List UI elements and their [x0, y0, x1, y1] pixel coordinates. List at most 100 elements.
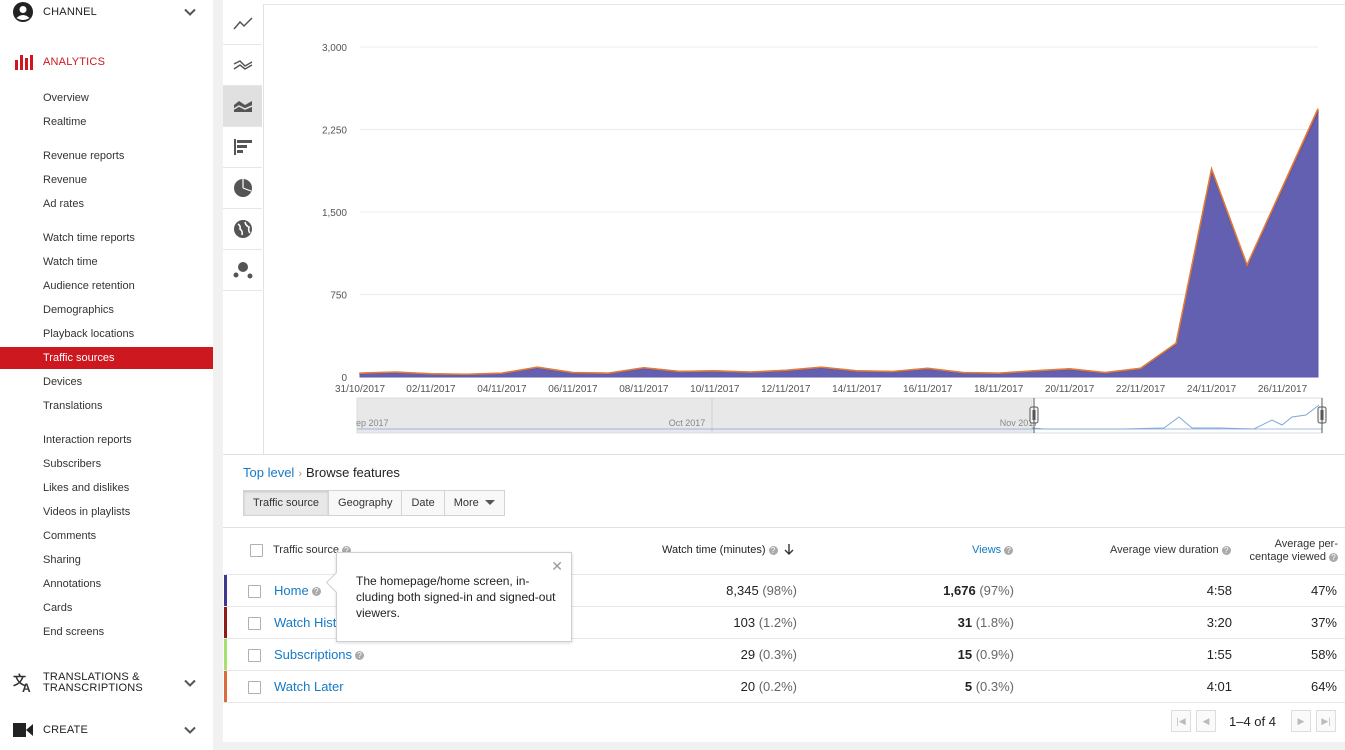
help-icon[interactable]: ? — [1004, 545, 1014, 555]
x-tick-label: 06/11/2017 — [548, 384, 598, 395]
series-color-bar — [224, 639, 227, 671]
sidebar-item-label: Ad rates — [43, 198, 84, 210]
avg-pct-viewed-cell: 47% — [1310, 583, 1337, 598]
sidebar-item-realtime[interactable]: Realtime — [0, 111, 213, 133]
prev-page-button[interactable]: ◀ — [1196, 710, 1216, 732]
sidebar-item-revenue-reports[interactable]: Revenue reports — [0, 145, 213, 167]
globe-icon — [233, 220, 252, 238]
x-tick-label: 24/11/2017 — [1187, 384, 1237, 395]
select-all-checkbox[interactable] — [250, 544, 263, 557]
translate-icon: 文A — [12, 672, 34, 694]
sidebar-item-watch-time-reports[interactable]: Watch time reports — [0, 227, 213, 249]
avg-duration-cell: 3:20 — [1206, 615, 1232, 630]
bar-chart-icon — [12, 51, 34, 73]
analytics-section[interactable]: ANALYTICS — [0, 50, 213, 74]
row-checkbox[interactable] — [248, 649, 261, 662]
table-row[interactable]: Watch Later 20 (0.2%) 5 (0.3%) 4:01 64% — [223, 670, 1345, 703]
x-tick-label: 08/11/2017 — [619, 384, 669, 395]
y-tick-label: 2,250 — [322, 126, 347, 137]
close-icon[interactable]: ✕ — [551, 558, 563, 575]
row-checkbox[interactable] — [248, 585, 261, 598]
watch-time-cell: 8,345 (98%) — [653, 583, 797, 598]
x-tick-label: 10/11/2017 — [690, 384, 740, 395]
tab-more[interactable]: More — [443, 490, 505, 516]
help-icon[interactable]: ? — [768, 545, 778, 555]
watch-time-pct: (98%) — [762, 583, 797, 598]
help-icon[interactable]: ? — [311, 587, 321, 597]
table-row[interactable]: Subscriptions? 29 (0.3%) 15 (0.9%) 1:55 58% — [223, 638, 1345, 671]
table-bottom-border — [223, 702, 1345, 703]
map-button[interactable] — [223, 209, 262, 250]
source-link[interactable]: Home? — [274, 583, 321, 598]
sidebar-item-demographics[interactable]: Demographics — [0, 299, 213, 321]
avg-duration-cell: 4:01 — [1206, 679, 1232, 694]
area-series-watch-history — [359, 110, 1319, 376]
sidebar-item-subscribers[interactable]: Subscribers — [0, 453, 213, 475]
sidebar-item-ad-rates[interactable]: Ad rates — [0, 193, 213, 215]
x-tick-label: 04/11/2017 — [477, 384, 527, 395]
sidebar-item-annotations[interactable]: Annotations — [0, 573, 213, 595]
help-icon[interactable]: ? — [1329, 552, 1338, 562]
create-section[interactable]: CREATE — [0, 718, 213, 742]
page-range-label: 1–4 of 4 — [1229, 714, 1276, 729]
header-avg-percentage-viewed[interactable]: Average per-centage viewed? — [1246, 538, 1338, 564]
tab-geography[interactable]: Geography — [328, 490, 403, 516]
line-chart-button[interactable] — [223, 4, 262, 45]
sidebar-item-videos-in-playlists[interactable]: Videos in playlists — [0, 501, 213, 523]
sidebar-item-revenue[interactable]: Revenue — [0, 169, 213, 191]
sidebar-item-comments[interactable]: Comments — [0, 525, 213, 547]
last-page-button[interactable]: ▶| — [1316, 710, 1336, 732]
channel-section[interactable]: CHANNEL — [0, 0, 213, 24]
sidebar-item-label: Comments — [43, 530, 97, 542]
chevron-down-icon[interactable] — [184, 724, 196, 736]
sidebar-item-cards[interactable]: Cards — [0, 597, 213, 619]
tab-date[interactable]: Date — [401, 490, 445, 516]
sidebar-item-traffic-sources[interactable]: Traffic sources — [0, 347, 213, 369]
stacked-area-chart-button[interactable] — [223, 86, 262, 127]
source-link[interactable]: Watch Later — [274, 679, 344, 694]
translations-section[interactable]: 文A TRANSLATIONS & TRANSCRIPTIONS — [0, 668, 213, 698]
account-circle-icon — [12, 1, 34, 23]
pie-chart-button[interactable] — [223, 168, 262, 209]
y-tick-label: 0 — [341, 373, 347, 384]
header-watch-time[interactable]: Watch time (minutes)? — [662, 544, 794, 556]
series-color-bar — [224, 575, 227, 607]
sidebar-item-label: Sharing — [43, 554, 81, 566]
next-page-button[interactable]: ▶ — [1291, 710, 1311, 732]
sidebar-item-playback-locations[interactable]: Playback locations — [0, 323, 213, 345]
avg-duration-cell: 1:55 — [1206, 647, 1232, 662]
help-tooltip: The homepage/home screen, in-cluding bot… — [325, 552, 572, 642]
row-checkbox[interactable] — [248, 617, 261, 630]
help-icon[interactable]: ? — [1221, 545, 1231, 555]
chevron-down-icon[interactable] — [184, 677, 196, 689]
tab-traffic-source[interactable]: Traffic source — [243, 490, 330, 516]
header-avg-pct-line2: centage viewed — [1249, 551, 1326, 563]
row-checkbox[interactable] — [248, 681, 261, 694]
sidebar-item-overview[interactable]: Overview — [0, 87, 213, 109]
sidebar-item-translations[interactable]: Translations — [0, 395, 213, 417]
sidebar-item-sharing[interactable]: Sharing — [0, 549, 213, 571]
first-page-button[interactable]: |◀ — [1171, 710, 1191, 732]
header-avg-view-duration[interactable]: Average view duration? — [1110, 544, 1231, 556]
header-traffic-source-label: Traffic source — [273, 544, 340, 556]
bottom-strip — [213, 742, 1345, 750]
watch-time-cell: 20 (0.2%) — [653, 679, 797, 694]
sidebar-item-interaction-reports[interactable]: Interaction reports — [0, 429, 213, 451]
breadcrumb-top-level-link[interactable]: Top level — [243, 465, 294, 480]
bubble-chart-button[interactable] — [223, 250, 262, 291]
source-link[interactable]: Subscriptions? — [274, 647, 365, 662]
sidebar-item-audience-retention[interactable]: Audience retention — [0, 275, 213, 297]
avg-pct-viewed-cell: 64% — [1310, 679, 1337, 694]
header-views[interactable]: Views? — [972, 544, 1014, 556]
help-icon[interactable]: ? — [355, 651, 365, 661]
sidebar-item-watch-time[interactable]: Watch time — [0, 251, 213, 273]
views-pct: (0.9%) — [975, 647, 1014, 662]
sidebar-item-likes-and-dislikes[interactable]: Likes and dislikes — [0, 477, 213, 499]
chevron-down-icon[interactable] — [184, 6, 196, 18]
sidebar-item-end-screens[interactable]: End screens — [0, 621, 213, 643]
bar-chart-button[interactable] — [223, 127, 262, 168]
sidebar-item-devices[interactable]: Devices — [0, 371, 213, 393]
sidebar-item-label: Realtime — [43, 116, 87, 128]
views-cell: 1,676 (97%) — [873, 583, 1014, 598]
multi-line-chart-button[interactable] — [223, 45, 262, 86]
